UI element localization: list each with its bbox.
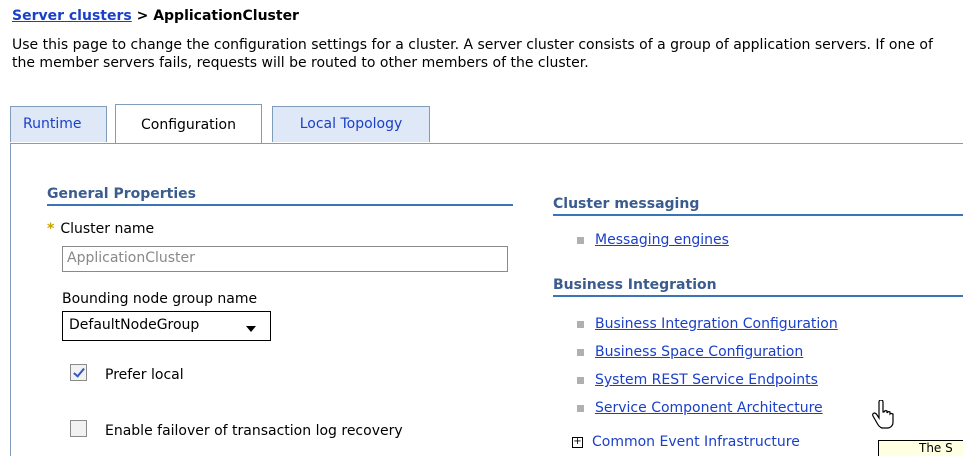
bullet-icon xyxy=(577,376,584,384)
prefer-local-checkbox[interactable] xyxy=(70,364,87,381)
bounding-node-group-select[interactable]: DefaultNodeGroup xyxy=(62,311,271,341)
messaging-engines-link[interactable]: Messaging engines xyxy=(595,232,729,248)
cluster-name-label: * Cluster name xyxy=(47,221,154,237)
cluster-name-label-text: Cluster name xyxy=(60,221,155,237)
system-rest-service-endpoints-link[interactable]: System REST Service Endpoints xyxy=(595,372,818,388)
bullet-icon xyxy=(577,404,584,412)
page-description: Use this page to change the configuratio… xyxy=(12,37,933,71)
tab-runtime[interactable]: Runtime xyxy=(10,106,107,142)
tooltip: The S xyxy=(878,440,963,456)
list-item: Business Space Configuration xyxy=(577,344,803,360)
list-item: System REST Service Endpoints xyxy=(577,372,818,388)
chevron-down-icon xyxy=(246,326,256,332)
list-item: Business Integration Configuration xyxy=(577,316,838,332)
breadcrumb-separator: > xyxy=(131,8,154,24)
bounding-node-group-label: Bounding node group name xyxy=(62,291,258,307)
breadcrumb-current: ApplicationCluster xyxy=(153,8,299,24)
general-properties-heading: General Properties xyxy=(47,186,513,206)
business-integration-configuration-link[interactable]: Business Integration Configuration xyxy=(595,316,838,332)
bullet-icon xyxy=(577,236,584,244)
enable-failover-label: Enable failover of transaction log recov… xyxy=(105,423,403,439)
breadcrumb: Server clusters > ApplicationCluster xyxy=(12,8,299,24)
enable-failover-checkbox[interactable] xyxy=(70,420,87,437)
common-event-infrastructure-item[interactable]: Common Event Infrastructure xyxy=(592,434,800,450)
list-item: Messaging engines xyxy=(577,232,729,248)
content-frame-border xyxy=(10,143,11,456)
prefer-local-label: Prefer local xyxy=(105,367,184,383)
hand-cursor-icon xyxy=(872,400,894,429)
list-item: Service Component Architecture xyxy=(577,400,823,416)
business-space-configuration-link[interactable]: Business Space Configuration xyxy=(595,344,803,360)
bullet-icon xyxy=(577,348,584,356)
cluster-name-field[interactable]: ApplicationCluster xyxy=(62,246,508,272)
tab-divider xyxy=(10,143,963,144)
service-component-architecture-link[interactable]: Service Component Architecture xyxy=(595,400,823,416)
required-marker: * xyxy=(47,221,55,237)
tab-configuration[interactable]: Configuration xyxy=(115,104,262,144)
business-integration-heading: Business Integration xyxy=(553,277,963,297)
tab-local-topology[interactable]: Local Topology xyxy=(272,106,430,142)
bullet-icon xyxy=(577,320,584,328)
bounding-node-group-value: DefaultNodeGroup xyxy=(69,317,200,333)
expand-plus-icon[interactable]: + xyxy=(572,437,583,448)
cluster-messaging-heading: Cluster messaging xyxy=(553,196,963,216)
breadcrumb-server-clusters-link[interactable]: Server clusters xyxy=(12,8,132,24)
